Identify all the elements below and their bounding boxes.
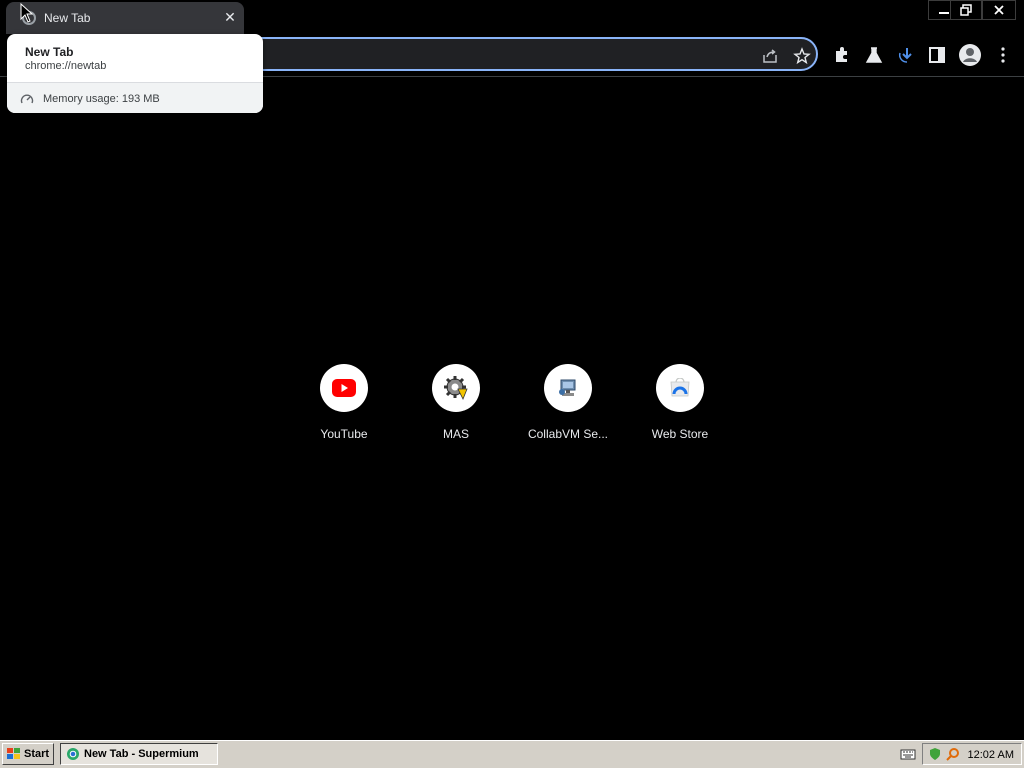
hover-card-title: New Tab — [25, 45, 74, 59]
taskbar: Start New Tab - Supermium 12:02 AM — [0, 740, 1024, 768]
tab-title: New Tab — [44, 11, 91, 25]
restore-button[interactable] — [950, 0, 982, 20]
start-button[interactable]: Start — [2, 743, 54, 765]
labs-flask-icon[interactable] — [864, 45, 884, 65]
shortcut-tile — [544, 364, 592, 412]
shortcut-tile — [432, 364, 480, 412]
system-tray: 12:02 AM — [922, 743, 1022, 765]
memory-usage-text: Memory usage: 193 MB — [43, 93, 160, 105]
bookmark-star-icon[interactable] — [793, 47, 811, 65]
shortcut-label: Web Store — [651, 427, 709, 441]
shortcut-tile — [320, 364, 368, 412]
menu-icon[interactable] — [993, 45, 1013, 65]
minimize-icon — [939, 12, 949, 14]
shortcut-mas[interactable]: MAS — [406, 364, 506, 448]
tab-close-icon[interactable]: ✕ — [222, 9, 238, 25]
youtube-icon — [332, 379, 356, 397]
mas-gear-icon — [444, 376, 468, 400]
shortcut-youtube[interactable]: YouTube — [294, 364, 394, 448]
share-icon[interactable] — [761, 47, 779, 65]
shortcut-label: CollabVM Se... — [527, 427, 609, 441]
search-tray-icon[interactable] — [946, 747, 960, 761]
hover-card-url: chrome://newtab — [25, 60, 107, 72]
shortcut-label: YouTube — [320, 427, 368, 441]
taskbar-item-label: New Tab - Supermium — [84, 748, 199, 760]
memory-gauge-icon — [20, 94, 34, 104]
tab-strip: New Tab ✕ — [0, 0, 1024, 34]
network-shield-icon[interactable] — [928, 747, 942, 761]
taskbar-item-supermium[interactable]: New Tab - Supermium — [60, 743, 218, 765]
windows-logo-icon — [7, 748, 20, 759]
close-icon — [994, 5, 1004, 15]
start-label: Start — [24, 748, 50, 760]
shortcut-collabvm[interactable]: CollabVM Se... — [518, 364, 618, 448]
shortcut-web-store[interactable]: Web Store — [630, 364, 730, 448]
collabvm-icon — [559, 379, 576, 396]
restore-icon — [960, 4, 972, 16]
hover-card-footer: Memory usage: 193 MB — [7, 82, 263, 113]
clock: 12:02 AM — [967, 749, 1014, 761]
extensions-icon[interactable] — [832, 45, 852, 65]
supermium-icon — [67, 748, 79, 760]
shortcut-label: MAS — [442, 427, 469, 441]
tab-new-tab[interactable]: New Tab ✕ — [6, 2, 244, 34]
shortcut-tile — [656, 364, 704, 412]
keyboard-icon[interactable] — [900, 747, 916, 761]
tab-hover-card: New Tab chrome://newtab Memory usage: 19… — [7, 34, 263, 113]
download-icon[interactable] — [897, 45, 917, 65]
profile-icon[interactable] — [958, 43, 982, 67]
web-store-icon — [670, 378, 690, 397]
side-panel-icon[interactable] — [927, 45, 947, 65]
mouse-cursor-icon — [20, 3, 34, 23]
close-window-button[interactable] — [982, 0, 1016, 20]
